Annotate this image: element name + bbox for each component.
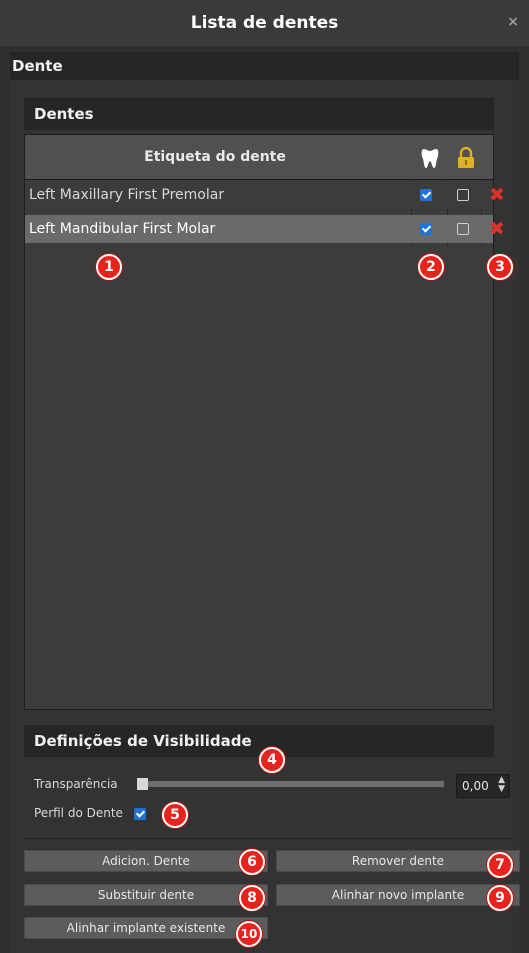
divider <box>24 838 512 839</box>
transparency-slider[interactable] <box>138 781 444 787</box>
align-new-implant-button[interactable]: Alinhar novo implante <box>276 884 520 906</box>
close-icon[interactable]: × <box>507 14 519 30</box>
callout-badge: 8 <box>239 885 265 911</box>
align-existing-implant-button[interactable]: Alinhar implante existente <box>24 917 268 939</box>
section-dente[interactable]: Dente <box>10 52 519 80</box>
teeth-group-header: Dentes <box>24 98 494 130</box>
transparency-spinbox[interactable]: 0,00 ▲ ▼ <box>456 774 510 798</box>
transparency-slider-handle[interactable] <box>137 778 148 790</box>
callout-badge: 2 <box>418 254 444 280</box>
callout-badge: 7 <box>487 852 513 878</box>
delete-icon[interactable]: ✖ <box>489 218 505 240</box>
replace-tooth-button[interactable]: Substituir dente <box>24 884 268 906</box>
table-row[interactable]: Left Mandibular First Molar ✖ <box>25 215 505 243</box>
window-title: Lista de dentes <box>190 13 339 33</box>
tooth-label: Left Maxillary First Premolar <box>29 187 225 203</box>
lock-icon <box>457 146 475 173</box>
tooth-label: Left Mandibular First Molar <box>29 221 216 237</box>
callout-badge: 1 <box>96 254 122 280</box>
table-row[interactable]: Left Maxillary First Premolar ✖ <box>25 181 505 209</box>
tooth-icon <box>421 147 439 173</box>
callout-badge: 6 <box>239 849 265 875</box>
lock-checkbox[interactable] <box>457 189 469 201</box>
transparency-value: 0,00 <box>462 779 489 793</box>
visibility-settings-header[interactable]: Definições de Visibilidade <box>24 725 494 757</box>
tooth-profile-label: Perfil do Dente <box>34 806 123 820</box>
visibility-checkbox[interactable] <box>420 189 432 201</box>
teeth-table: Etiqueta do dente Left Maxillary First P… <box>24 134 505 710</box>
visibility-checkbox[interactable] <box>420 223 432 235</box>
delete-icon[interactable]: ✖ <box>489 184 505 206</box>
callout-badge: 4 <box>259 747 285 773</box>
table-header: Etiqueta do dente <box>25 135 493 180</box>
column-header-tooth-label[interactable]: Etiqueta do dente <box>25 135 405 179</box>
callout-badge: 5 <box>162 802 188 828</box>
transparency-label: Transparência <box>34 777 118 791</box>
callout-badge: 3 <box>487 254 513 280</box>
window-titlebar: Lista de dentes × <box>0 0 529 46</box>
tooth-profile-checkbox[interactable] <box>134 808 146 820</box>
lock-checkbox[interactable] <box>457 223 469 235</box>
callout-badge: 10 <box>236 921 262 947</box>
add-tooth-button[interactable]: Adicion. Dente <box>24 850 268 872</box>
callout-badge: 9 <box>487 885 513 911</box>
spin-arrows-icon[interactable]: ▲ ▼ <box>498 776 505 794</box>
remove-tooth-button[interactable]: Remover dente <box>276 850 520 872</box>
